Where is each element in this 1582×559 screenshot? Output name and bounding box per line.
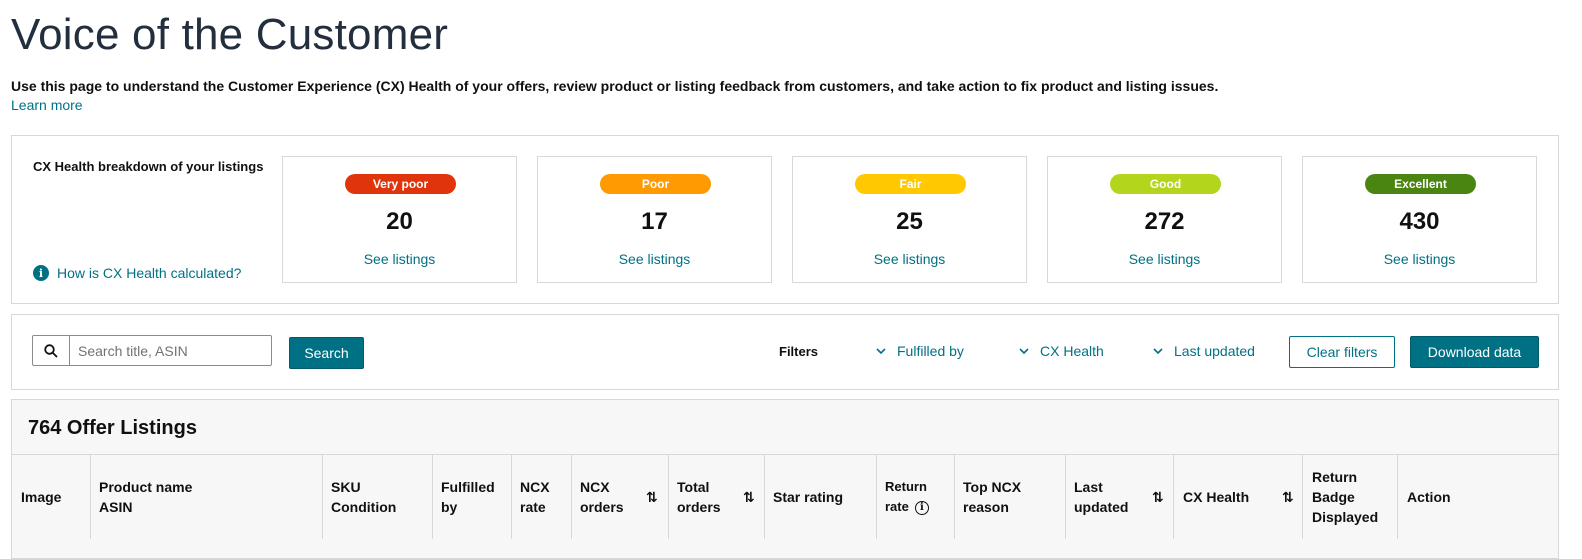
col-star-rating-label: Star rating: [773, 489, 844, 505]
col-product-name-label: Product name: [99, 479, 193, 495]
col-image-label: Image: [21, 489, 62, 505]
cx-badge-poor: Poor: [600, 174, 711, 194]
sort-icon[interactable]: ⇅: [1282, 487, 1294, 507]
cx-card-fair: Fair 25 See listings: [792, 156, 1027, 283]
chevron-down-icon: [1153, 348, 1163, 355]
col-last-updated-line1: Last: [1074, 479, 1103, 495]
see-listings-poor[interactable]: See listings: [538, 251, 771, 267]
col-ncx-orders-line1: NCX: [580, 479, 610, 495]
col-total-orders-line2: orders: [677, 499, 721, 515]
col-action-label: Action: [1407, 489, 1451, 505]
cx-count-very-poor: 20: [386, 208, 413, 235]
col-ncx-rate-line2: rate: [520, 499, 546, 515]
cx-card-very-poor: Very poor 20 See listings: [282, 156, 517, 283]
col-sku-label: SKU: [331, 479, 361, 495]
col-return-rate-line2: rate: [885, 499, 909, 514]
col-ncx-rate: NCX rate: [511, 455, 571, 539]
filter-fulfilled-by[interactable]: Fulfilled by: [876, 343, 964, 359]
how-cx-calculated-label: How is CX Health calculated?: [57, 265, 242, 281]
col-action: Action: [1397, 455, 1558, 539]
col-return-badge-line1: Return: [1312, 469, 1358, 485]
filter-cx-health-label: CX Health: [1040, 343, 1104, 359]
how-cx-calculated-link[interactable]: i How is CX Health calculated?: [33, 265, 241, 281]
cx-count-good: 272: [1144, 208, 1185, 235]
sort-icon[interactable]: ⇅: [743, 487, 755, 507]
search-button[interactable]: Search: [289, 337, 364, 369]
search-filter-panel: Search Filters Fulfilled by CX Health La…: [11, 314, 1559, 390]
col-last-updated[interactable]: Last updated ⇅: [1065, 455, 1173, 539]
cx-health-panel: CX Health breakdown of your listings i H…: [11, 135, 1559, 304]
col-asin-label: ASIN: [99, 499, 133, 515]
see-listings-fair[interactable]: See listings: [793, 251, 1026, 267]
col-star-rating: Star rating: [764, 455, 876, 539]
col-return-badge-line2: Badge: [1312, 489, 1355, 505]
see-listings-good[interactable]: See listings: [1048, 251, 1281, 267]
listings-panel: 764 Offer Listings Image Product name ASI…: [11, 399, 1559, 559]
learn-more-link[interactable]: Learn more: [11, 97, 83, 113]
col-total-orders[interactable]: Total orders ⇅: [668, 455, 764, 539]
col-ncx-orders-line2: orders: [580, 499, 624, 515]
col-by-label: by: [441, 499, 458, 515]
cx-count-poor: 17: [641, 208, 668, 235]
col-ncx-rate-line1: NCX: [520, 479, 550, 495]
col-sku: SKU Condition: [322, 455, 432, 539]
col-cx-health-label: CX Health: [1183, 489, 1250, 505]
download-data-button[interactable]: Download data: [1410, 336, 1539, 368]
chevron-down-icon: [876, 348, 886, 355]
col-fulfilled-label: Fulfilled: [441, 479, 495, 495]
cx-count-excellent: 430: [1399, 208, 1440, 235]
col-return-badge: Return Badge Displayed: [1302, 455, 1397, 539]
cx-card-excellent: Excellent 430 See listings: [1302, 156, 1537, 283]
cx-count-fair: 25: [896, 208, 923, 235]
filters-label: Filters: [779, 344, 819, 359]
col-top-ncx-line2: reason: [963, 499, 1009, 515]
sort-icon[interactable]: ⇅: [646, 487, 658, 507]
cx-card-poor: Poor 17 See listings: [537, 156, 772, 283]
cx-card-good: Good 272 See listings: [1047, 156, 1282, 283]
col-top-ncx-line1: Top NCX: [963, 479, 1022, 495]
col-condition-label: Condition: [331, 499, 397, 515]
col-return-rate: Return rate i: [876, 455, 954, 539]
col-return-badge-line3: Displayed: [1312, 509, 1379, 525]
col-ncx-orders[interactable]: NCX orders ⇅: [571, 455, 668, 539]
filter-fulfilled-by-label: Fulfilled by: [897, 343, 964, 359]
listings-title: 764 Offer Listings: [28, 417, 197, 439]
clear-filters-button[interactable]: Clear filters: [1289, 336, 1395, 368]
chevron-down-icon: [1019, 348, 1029, 355]
cx-breakdown-title: CX Health breakdown of your listings: [33, 159, 264, 174]
page-description: Use this page to understand the Customer…: [11, 78, 1219, 94]
col-cx-health[interactable]: CX Health ⇅: [1173, 455, 1302, 539]
table-header: Image Product name ASIN SKU Condition Fulf…: [12, 454, 1558, 539]
col-fulfilled-by: Fulfilled by: [432, 455, 511, 539]
cx-badge-good: Good: [1110, 174, 1221, 194]
page-title: Voice of the Customer: [11, 10, 449, 59]
cx-badge-very-poor: Very poor: [345, 174, 456, 194]
info-icon: i: [33, 265, 49, 281]
col-image: Image: [21, 455, 90, 539]
cx-badge-excellent: Excellent: [1365, 174, 1476, 194]
search-icon: [33, 336, 70, 365]
filter-last-updated[interactable]: Last updated: [1153, 343, 1255, 359]
col-last-updated-line2: updated: [1074, 499, 1129, 515]
col-return-rate-line1: Return: [885, 479, 927, 494]
sort-icon[interactable]: ⇅: [1152, 487, 1164, 507]
cx-badge-fair: Fair: [855, 174, 966, 194]
filter-last-updated-label: Last updated: [1174, 343, 1255, 359]
info-icon[interactable]: i: [914, 500, 929, 515]
see-listings-excellent[interactable]: See listings: [1303, 251, 1536, 267]
see-listings-very-poor[interactable]: See listings: [283, 251, 516, 267]
filter-cx-health[interactable]: CX Health: [1019, 343, 1104, 359]
col-top-ncx-reason: Top NCX reason: [954, 455, 1065, 539]
search-box: [32, 335, 272, 366]
col-total-orders-line1: Total: [677, 479, 710, 495]
col-product-name: Product name ASIN: [90, 455, 322, 539]
search-input[interactable]: [70, 336, 271, 365]
